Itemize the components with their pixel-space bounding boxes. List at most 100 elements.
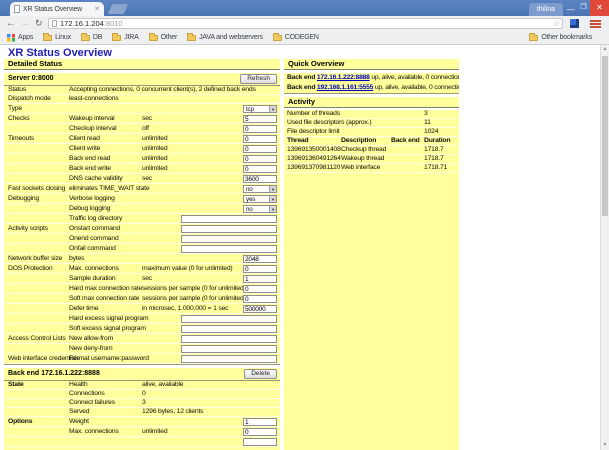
bookmark-folder-jira[interactable]: JIRA: [112, 34, 138, 41]
profile-badge[interactable]: thilina: [529, 3, 563, 16]
onstart-command-input[interactable]: [181, 225, 277, 233]
soft-max-connection-rate-input[interactable]: [243, 295, 277, 303]
bytes-input[interactable]: [243, 255, 277, 263]
page-icon: [52, 20, 57, 27]
wakeup-interval-input[interactable]: [243, 115, 277, 123]
browser-toolbar: ← → ↻ 172.16.1.204 :8010 ☆: [0, 16, 609, 31]
row-label: Health: [69, 381, 87, 389]
stat-label: File descriptor limit: [287, 128, 339, 136]
close-button[interactable]: ✕: [590, 0, 609, 16]
new-tab-button[interactable]: [108, 4, 129, 14]
row-group-label: Network buffer size: [8, 254, 62, 263]
row-desc: off: [142, 124, 149, 133]
sample-duration-input[interactable]: [243, 275, 277, 283]
row-label: Accepting connections, 0 concurrent clie…: [69, 86, 256, 94]
row-desc: sec: [142, 114, 152, 123]
hard-excess-signal-program-input[interactable]: [181, 315, 277, 323]
weight-input[interactable]: [243, 418, 277, 426]
bookmark-star-icon[interactable]: ☆: [553, 19, 560, 29]
row-group-label: DOS Protection: [8, 264, 52, 273]
address-bar[interactable]: 172.16.1.204 :8010 ☆: [48, 18, 563, 29]
window-titlebar: XR Status Overview ✕ thilina — ❐ ✕: [0, 0, 609, 16]
back-icon[interactable]: ←: [6, 16, 16, 31]
browser-tab[interactable]: XR Status Overview ✕: [10, 2, 104, 16]
row-desc: 1296 bytes, 12 clients: [142, 408, 203, 416]
bookmark-folder-java-and-webservers[interactable]: JAVA and webservers: [187, 34, 263, 41]
quick-overview-header: Quick Overview: [284, 59, 459, 70]
row-desc: 3: [142, 399, 146, 407]
file-descriptor-limit-row: File descriptor limit1024: [284, 128, 459, 137]
chevron-down-icon: ▼: [269, 196, 276, 202]
scroll-up-icon[interactable]: ▲: [601, 45, 609, 54]
new-deny-from-input[interactable]: [181, 345, 277, 353]
refresh-button[interactable]: Refresh: [240, 74, 277, 84]
hard-excess-signal-program-row: Hard excess signal program: [4, 314, 280, 324]
thread-row: 139691350001408Checkup thread1718.7: [284, 146, 459, 155]
client-read-input[interactable]: [243, 135, 277, 143]
thread-row: 139691360491264Wakeup thread1718.7: [284, 155, 459, 164]
type-select[interactable]: tcp▼: [243, 105, 277, 113]
onfail-command-input[interactable]: [181, 245, 277, 253]
max-connections-input[interactable]: [243, 428, 277, 436]
extension-icon[interactable]: [570, 19, 579, 28]
onstart-command-row: Activity scriptsOnstart command: [4, 224, 280, 234]
server-section: Server 0:8000 Refresh StatusAccepting co…: [4, 73, 280, 365]
backend-status-list: Back end 172.16.1.222:8888 up, alive, av…: [284, 73, 459, 94]
checkup-interval-input[interactable]: [243, 125, 277, 133]
bookmark-folder-codegen[interactable]: CODEGEN: [273, 34, 319, 41]
verbose-logging-select[interactable]: yes▼: [243, 195, 277, 203]
back-end-write-row: Back end writeunlimited: [4, 164, 280, 174]
row-label: Debug logging: [69, 204, 110, 213]
back-end-read-input[interactable]: [243, 155, 277, 163]
reload-icon[interactable]: ↻: [35, 16, 43, 31]
apps-label: Apps: [18, 34, 33, 41]
delete-button[interactable]: Delete: [244, 369, 277, 379]
minimize-button[interactable]: —: [564, 0, 577, 16]
chevron-down-icon: ▼: [269, 206, 276, 212]
back-end-write-input[interactable]: [243, 165, 277, 173]
row-desc: unlimited: [142, 154, 167, 163]
backend-link-192-168-1-161-5555[interactable]: 192.168.1.161:5555: [317, 84, 373, 91]
bookmark-folder-db[interactable]: DB: [81, 34, 102, 41]
other-bookmarks[interactable]: Other bookmarks: [529, 34, 592, 41]
bytes-row: Network buffer sizebytes: [4, 254, 280, 264]
new-allow-from-input[interactable]: [181, 335, 277, 343]
dns-cache-validity-input[interactable]: [243, 175, 277, 183]
page-content: XR Status Overview Detailed Status Serve…: [0, 45, 609, 450]
client-write-input[interactable]: [243, 145, 277, 153]
detailed-status-header: Detailed Status: [4, 59, 280, 70]
bookmark-folder-other[interactable]: Other: [149, 34, 178, 41]
bookmarks-bar: Apps Linux DB JIRA Other JAVA and webservers…: [0, 31, 609, 45]
maximize-button[interactable]: ❐: [577, 0, 590, 16]
backend-header-label: Back end 172.16.1.222:8888: [8, 370, 100, 377]
next-option-input[interactable]: [243, 438, 277, 446]
bookmark-label: JAVA and webservers: [199, 34, 263, 41]
menu-icon[interactable]: [590, 20, 601, 28]
format-username-password-input[interactable]: [181, 355, 277, 363]
row-group-label: State: [8, 381, 24, 389]
defer-time-input[interactable]: [243, 305, 277, 313]
row-group-label: Type: [8, 104, 22, 113]
eliminates-time-wait-state-select[interactable]: no▼: [243, 185, 277, 193]
detailed-status-panel: Detailed Status Server 0:8000 Refresh St…: [4, 59, 280, 450]
bookmark-folder-linux[interactable]: Linux: [43, 34, 71, 41]
thread-cell: Checkup thread: [341, 146, 386, 154]
scroll-down-icon[interactable]: ▼: [601, 441, 609, 450]
page-scrollbar[interactable]: ▲ ▼: [600, 45, 609, 450]
weight-row: OptionsWeight: [4, 417, 280, 427]
hard-max-connection-rate-input[interactable]: [243, 285, 277, 293]
debug-logging-select[interactable]: no▼: [243, 205, 277, 213]
scrollbar-thumb[interactable]: [602, 56, 608, 216]
thread-cell: 139691370981120: [287, 164, 340, 172]
traffic-log-directory-input[interactable]: [181, 215, 277, 223]
backend-link-172-16-1-222-8888[interactable]: 172.16.1.222:8888: [317, 74, 370, 81]
backend-status-line: Back end 192.168.1.161:5555 up, alive, a…: [284, 83, 459, 93]
max-connections-input[interactable]: [243, 265, 277, 273]
apps-shortcut[interactable]: Apps: [7, 34, 33, 42]
tab-close-icon[interactable]: ✕: [94, 6, 100, 13]
thread-cell: Web interface: [341, 164, 380, 172]
soft-excess-signal-program-input[interactable]: [181, 325, 277, 333]
hard-max-connection-rate-row: Hard max connection ratesessions per sam…: [4, 284, 280, 294]
row-desc: maximum value (0 for unlimited): [142, 264, 233, 273]
onend-command-input[interactable]: [181, 235, 277, 243]
